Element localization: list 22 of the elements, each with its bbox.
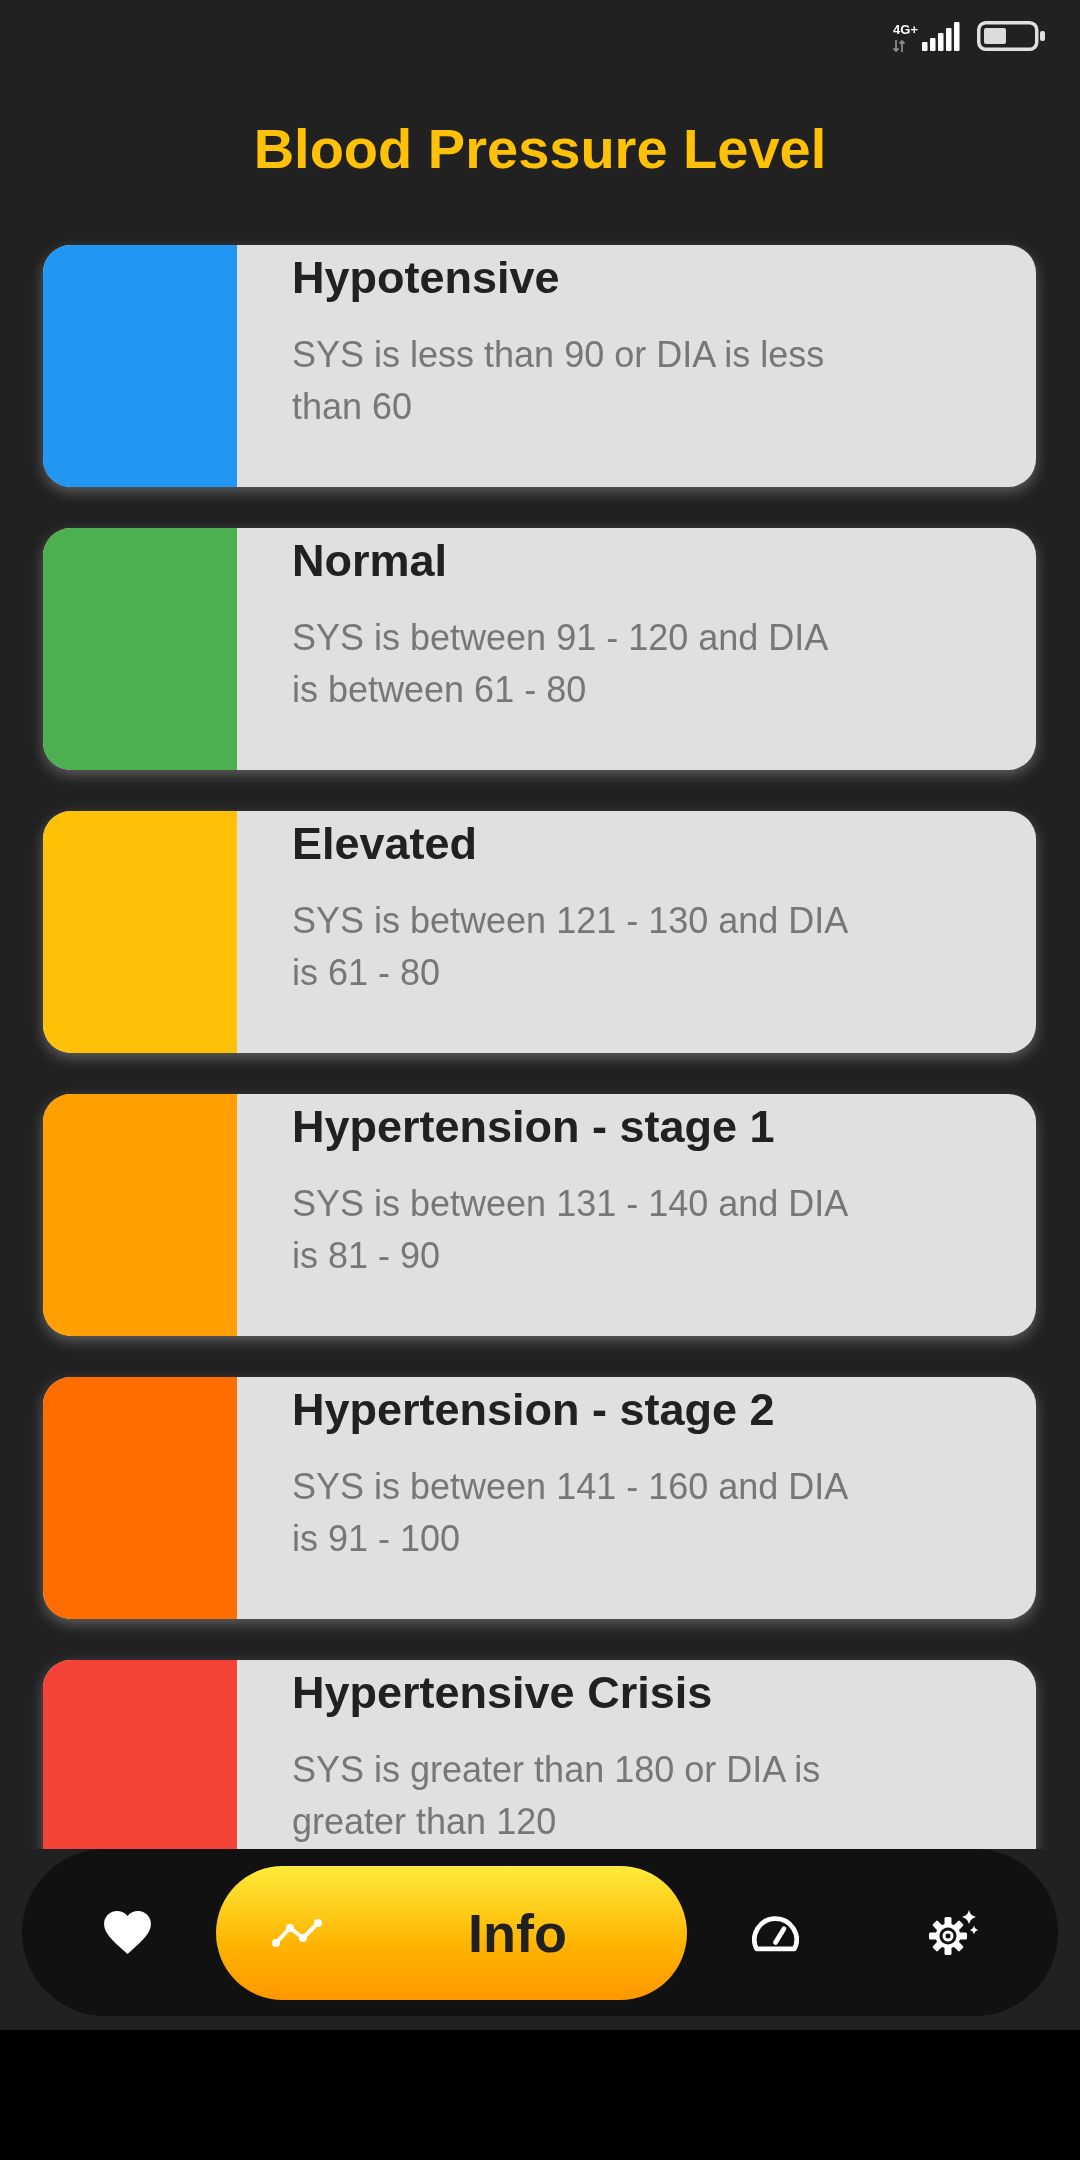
level-description: SYS is less than 90 or DIA is less than 60 xyxy=(292,333,826,429)
level-name: Hypertension - stage 2 xyxy=(292,1383,776,1437)
level-description: SYS is between 91 - 120 and DIA is between 61 - 80 xyxy=(292,616,829,712)
level-description: SYS is between 131 - 140 and DIA is 81 - 90 xyxy=(292,1182,849,1278)
level-name: Hypertensive Crisis xyxy=(292,1666,714,1720)
level-name: Normal xyxy=(292,534,449,588)
page-title: Blood Pressure Level xyxy=(253,116,827,182)
gauge-icon xyxy=(751,1913,799,1952)
level-description: SYS is between 121 - 130 and DIA is 61 - 80 xyxy=(292,899,849,995)
data-arrows-icon xyxy=(893,39,906,52)
signal-icon xyxy=(922,21,960,51)
level-name: Hypertension - stage 1 xyxy=(292,1100,776,1154)
level-name: Elevated xyxy=(292,817,479,871)
heart-icon xyxy=(103,1911,151,1954)
battery-icon xyxy=(977,21,1045,51)
level-name: Hypotensive xyxy=(292,251,561,305)
nav-tab[interactable]: Info xyxy=(216,1865,687,2000)
line-chart-icon xyxy=(272,1918,322,1947)
network-type-label: 4G+ xyxy=(893,22,918,36)
settings-icon xyxy=(927,1909,979,1956)
level-description: SYS is greater than 180 or DIA is greater than 120 xyxy=(292,1748,822,1844)
level-description: SYS is between 141 - 160 and DIA is 91 - 100 xyxy=(292,1465,849,1561)
